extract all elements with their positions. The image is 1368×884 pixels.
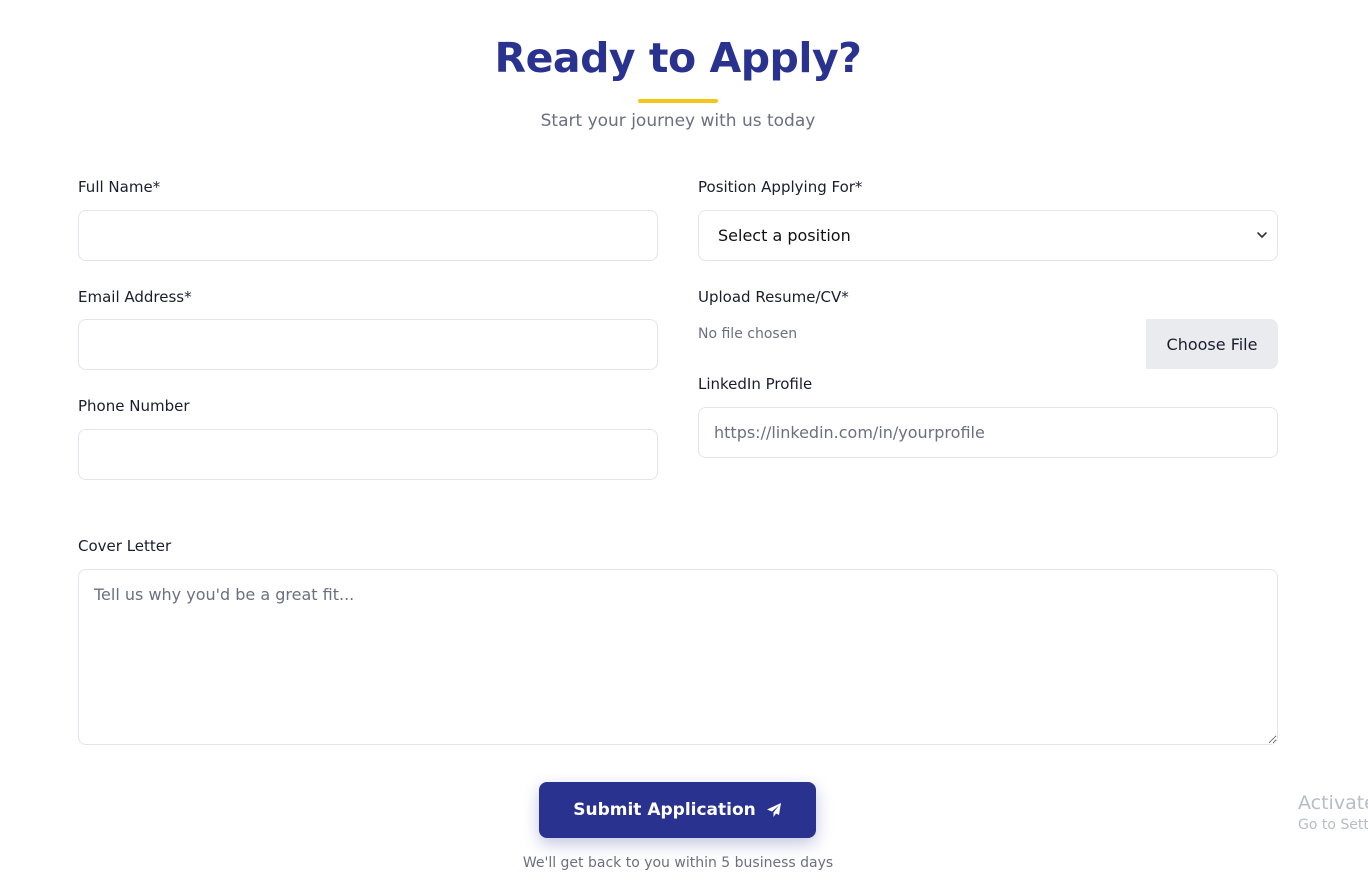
phone-label: Phone Number: [78, 397, 190, 415]
choose-file-button[interactable]: Choose File: [1146, 319, 1278, 369]
resume-file-status: No file chosen: [698, 326, 798, 342]
position-label: Position Applying For*: [698, 178, 863, 196]
chevron-down-icon: [1257, 232, 1267, 238]
watermark-subtitle: Go to Setti: [1298, 817, 1368, 833]
submit-button-label: Submit Application: [573, 800, 756, 820]
linkedin-label: LinkedIn Profile: [698, 375, 813, 393]
cover-letter-textarea[interactable]: [78, 569, 1278, 745]
activation-watermark: Activate Go to Setti: [1298, 792, 1368, 833]
full-name-input[interactable]: [78, 210, 658, 261]
title-underline: [638, 99, 718, 103]
watermark-title: Activate: [1298, 792, 1368, 814]
email-label: Email Address*: [78, 288, 192, 306]
position-select-value: Select a position: [718, 226, 851, 245]
application-page: Ready to Apply? Start your journey with …: [0, 0, 1368, 884]
linkedin-input[interactable]: [698, 407, 1278, 458]
resume-label: Upload Resume/CV*: [698, 288, 849, 306]
submit-application-button[interactable]: Submit Application: [539, 782, 816, 838]
page-subtitle: Start your journey with us today: [540, 111, 816, 131]
position-select[interactable]: Select a position: [698, 210, 1278, 261]
email-input[interactable]: [78, 319, 658, 370]
cover-letter-label: Cover Letter: [78, 537, 172, 555]
phone-input[interactable]: [78, 429, 658, 480]
response-time-note: We'll get back to you within 5 business …: [522, 855, 834, 871]
full-name-label: Full Name*: [78, 178, 161, 196]
page-title: Ready to Apply?: [494, 34, 862, 82]
paper-plane-icon: [766, 803, 781, 817]
